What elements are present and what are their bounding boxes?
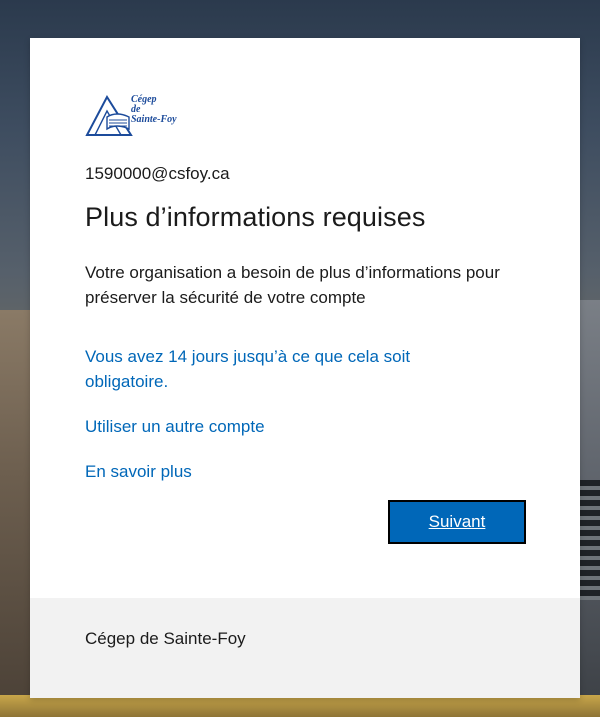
deadline-link[interactable]: Vous avez 14 jours jusqu’à ce que cela s… — [85, 344, 485, 394]
use-other-account-link[interactable]: Utiliser un autre compte — [85, 414, 265, 439]
organization-logo: Cégep de Sainte-Foy — [85, 93, 205, 139]
triangle-book-icon — [85, 95, 133, 136]
footer-organization-name: Cégep de Sainte-Foy — [85, 629, 246, 648]
description-text: Votre organisation a besoin de plus d’in… — [85, 263, 500, 307]
page-title: Plus d’informations requises — [85, 202, 426, 232]
card-body: Cégep de Sainte-Foy 1590000@csfoy.ca Plu… — [30, 38, 580, 598]
logo-text: Cégep de Sainte-Foy — [131, 94, 177, 125]
learn-more-link[interactable]: En savoir plus — [85, 459, 192, 484]
background-windows — [580, 480, 600, 600]
next-button[interactable]: Suivant — [388, 500, 526, 544]
background-ground — [0, 695, 600, 717]
sign-in-card: Cégep de Sainte-Foy 1590000@csfoy.ca Plu… — [30, 38, 580, 698]
card-footer: Cégep de Sainte-Foy — [30, 598, 580, 698]
account-email: 1590000@csfoy.ca — [85, 164, 230, 183]
